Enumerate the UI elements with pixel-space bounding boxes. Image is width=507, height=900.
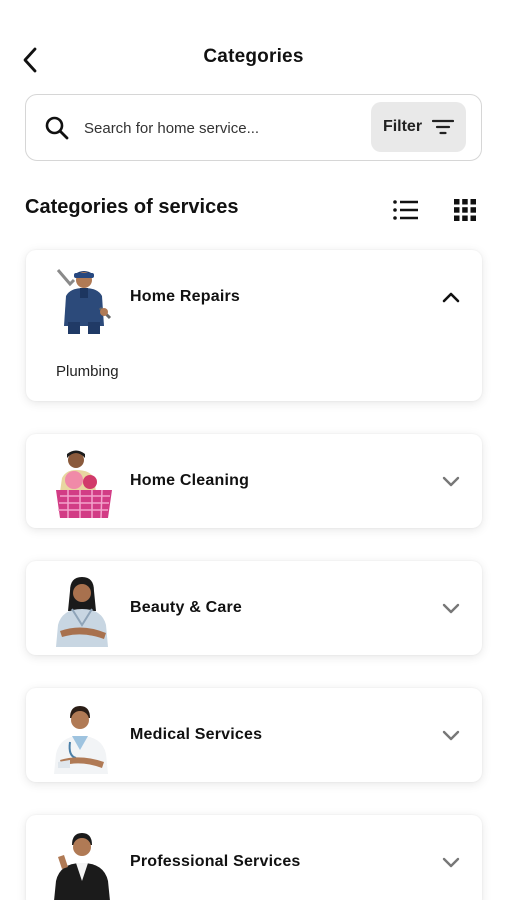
category-header-beauty-care[interactable]: Beauty & Care <box>26 561 482 656</box>
category-card-medical-services: Medical Services <box>26 688 482 782</box>
category-title: Medical Services <box>130 726 263 743</box>
grid-view-icon[interactable] <box>452 197 478 223</box>
search-input[interactable] <box>84 113 314 143</box>
category-title: Home Cleaning <box>130 472 250 489</box>
filter-lines-icon <box>432 119 455 135</box>
lawyer-photo <box>54 833 110 900</box>
chevron-down-icon[interactable] <box>442 601 460 615</box>
category-card-home-cleaning: Home Cleaning <box>26 434 482 528</box>
category-title: Professional Services <box>130 853 301 870</box>
category-header-medical-services[interactable]: Medical Services <box>26 688 482 783</box>
doctor-photo <box>54 706 108 774</box>
category-card-professional-services: Professional Services <box>26 815 482 900</box>
category-card-beauty-care: Beauty & Care <box>26 561 482 655</box>
category-header-home-repairs[interactable]: Home Repairs <box>26 250 482 345</box>
category-header-home-cleaning[interactable]: Home Cleaning <box>26 434 482 529</box>
search-bar: Filter <box>25 94 482 161</box>
filter-button-label: Filter <box>382 118 423 135</box>
chevron-down-icon[interactable] <box>442 474 460 488</box>
section-title: Categories of services <box>25 196 239 218</box>
filter-button[interactable]: Filter <box>371 102 466 152</box>
subcategory-item-plumbing[interactable]: Plumbing <box>56 363 119 380</box>
list-view-icon[interactable] <box>392 197 420 223</box>
chevron-down-icon[interactable] <box>442 855 460 869</box>
plumber-photo <box>56 269 112 334</box>
category-card-home-repairs: Home Repairs Plumbing <box>26 250 482 401</box>
category-title: Home Repairs <box>130 288 240 305</box>
cleaner-photo <box>56 450 112 519</box>
chevron-down-icon[interactable] <box>442 728 460 742</box>
search-icon <box>45 116 69 140</box>
beautician-photo <box>56 577 108 647</box>
chevron-up-icon[interactable] <box>442 290 460 304</box>
category-header-professional-services[interactable]: Professional Services <box>26 815 482 900</box>
category-title: Beauty & Care <box>130 599 242 616</box>
page-title: Categories <box>203 46 304 67</box>
